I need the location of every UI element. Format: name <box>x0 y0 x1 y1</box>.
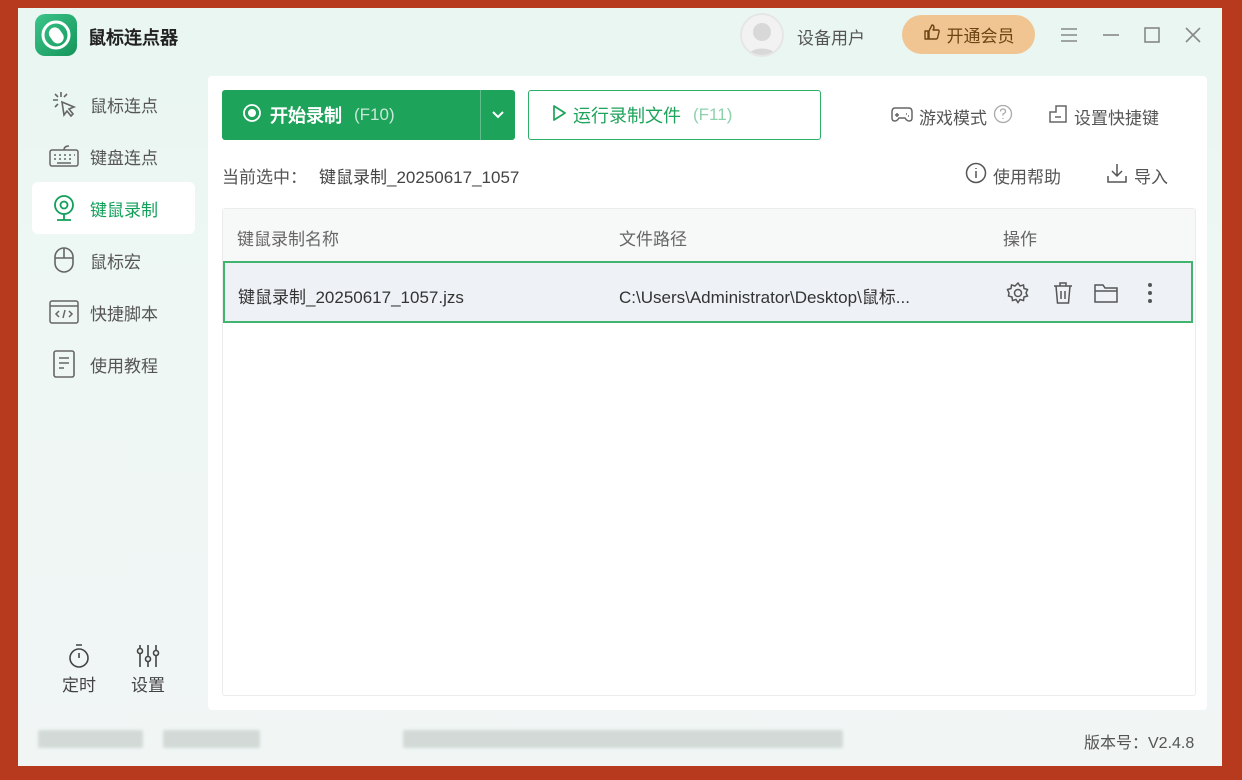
app-window: 鼠标连点器 设备用户 开通会员 鼠标连点 键盘连点 键鼠录制 鼠标宏 快捷脚本 … <box>18 8 1222 766</box>
app-title: 鼠标连点器 <box>88 28 178 48</box>
column-header-path: 文件路径 <box>619 230 687 249</box>
record-icon <box>242 103 262 128</box>
chevron-down-icon[interactable] <box>480 90 515 140</box>
run-record-file-button[interactable]: 运行录制文件 (F11) <box>528 90 821 140</box>
record-label: 开始录制 <box>270 106 342 126</box>
import-icon <box>1106 162 1128 189</box>
footer-obscured-text <box>163 730 260 748</box>
selection-prefix: 当前选中： <box>222 168 307 187</box>
help-label: 使用帮助 <box>993 168 1061 187</box>
document-icon <box>48 350 80 378</box>
shortcut-icon <box>1048 104 1068 129</box>
code-window-icon <box>48 299 80 325</box>
game-mode-toggle[interactable]: 游戏模式 <box>891 104 1013 129</box>
timer-button[interactable]: 定时 <box>57 641 101 696</box>
trash-icon[interactable] <box>1050 280 1076 306</box>
close-icon[interactable] <box>1180 22 1206 48</box>
settings-button[interactable]: 设置 <box>126 641 170 696</box>
start-record-button[interactable]: 开始录制 (F10) <box>222 90 515 140</box>
sidebar-item-label: 键盘连点 <box>90 148 158 168</box>
footer-obscured-text <box>403 730 843 748</box>
table-header: 键鼠录制名称 文件路径 操作 <box>223 209 1195 261</box>
timer-label: 定时 <box>62 676 96 695</box>
sidebar-item-label: 鼠标宏 <box>90 252 141 272</box>
set-shortcut-button[interactable]: 设置快捷键 <box>1048 104 1159 129</box>
folder-icon[interactable] <box>1093 280 1119 306</box>
import-label: 导入 <box>1134 168 1168 187</box>
thumbs-up-icon <box>923 23 941 46</box>
play-icon <box>551 103 567 128</box>
selection-value: 键鼠录制_20250617_1057 <box>319 168 520 187</box>
app-logo-icon <box>35 14 77 56</box>
gamepad-icon <box>891 104 913 129</box>
sidebar-item-label: 键鼠录制 <box>90 200 158 220</box>
help-button[interactable]: 使用帮助 <box>965 162 1061 189</box>
keyboard-icon <box>48 144 80 168</box>
sidebar-item-tutorial[interactable]: 使用教程 <box>32 338 195 390</box>
settings-label: 设置 <box>131 676 165 695</box>
user-avatar[interactable] <box>740 13 784 57</box>
mouse-icon <box>48 246 80 274</box>
footer-obscured-text <box>38 730 143 748</box>
sidebar-item-label: 快捷脚本 <box>90 304 158 324</box>
mouse-click-icon <box>48 90 80 118</box>
game-mode-label: 游戏模式 <box>919 109 987 128</box>
main-panel: 开始录制 (F10) 运行录制文件 (F11) 游戏模式 设置快捷键 当前选中：… <box>208 76 1207 710</box>
recording-name: 键鼠录制_20250617_1057.jzs <box>238 288 464 307</box>
vip-label: 开通会员 <box>946 27 1015 46</box>
vip-button[interactable]: 开通会员 <box>902 15 1035 54</box>
import-button[interactable]: 导入 <box>1106 162 1168 189</box>
version-label: 版本号：V2.4.8 <box>1084 735 1195 752</box>
sidebar-item-keyboard-click[interactable]: 键盘连点 <box>32 130 195 182</box>
webcam-record-icon <box>48 194 80 222</box>
sidebar-item-mouse-macro[interactable]: 鼠标宏 <box>32 234 195 286</box>
help-circle-icon[interactable] <box>993 104 1013 129</box>
table-row[interactable]: 键鼠录制_20250617_1057.jzs C:\Users\Administ… <box>223 261 1193 323</box>
maximize-icon[interactable] <box>1139 22 1165 48</box>
username[interactable]: 设备用户 <box>797 24 865 49</box>
recording-path: C:\Users\Administrator\Desktop\鼠标... <box>619 288 910 307</box>
gear-icon[interactable] <box>1005 280 1031 306</box>
sidebar-item-mouse-click[interactable]: 鼠标连点 <box>32 78 195 130</box>
more-options-icon[interactable] <box>1137 280 1163 306</box>
minimize-icon[interactable] <box>1098 22 1124 48</box>
current-selection: 当前选中： 键鼠录制_20250617_1057 <box>222 163 519 188</box>
sidebar-item-label: 使用教程 <box>90 356 158 376</box>
sidebar-item-quick-script[interactable]: 快捷脚本 <box>32 286 195 338</box>
info-icon <box>965 162 987 189</box>
run-shortcut: (F11) <box>693 105 733 124</box>
title-bar: 鼠标连点器 设备用户 开通会员 <box>18 8 1222 64</box>
timer-icon <box>57 641 101 671</box>
column-header-name: 键鼠录制名称 <box>237 230 339 249</box>
menu-icon[interactable] <box>1056 22 1082 48</box>
recordings-table: 键鼠录制名称 文件路径 操作 键鼠录制_20250617_1057.jzs C:… <box>222 208 1196 696</box>
sidebar-item-keymouse-record[interactable]: 键鼠录制 <box>32 182 195 234</box>
column-header-actions: 操作 <box>1003 230 1037 249</box>
set-shortcut-label: 设置快捷键 <box>1074 109 1159 128</box>
run-label: 运行录制文件 <box>573 106 681 126</box>
sidebar-item-label: 鼠标连点 <box>90 96 158 116</box>
record-shortcut: (F10) <box>354 105 395 124</box>
sliders-icon <box>126 641 170 671</box>
